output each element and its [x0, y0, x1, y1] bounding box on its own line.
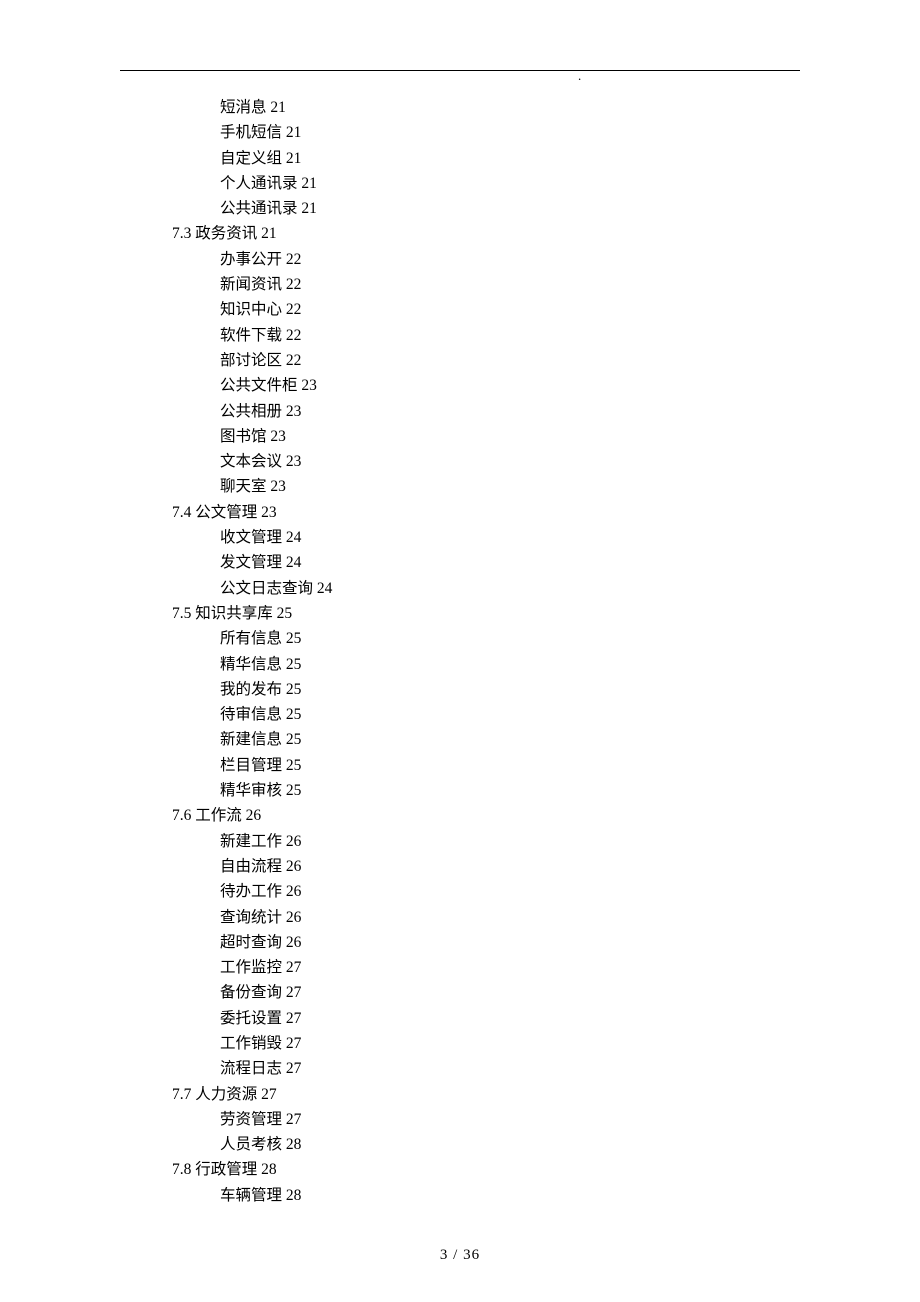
toc-subitem: 备份查询 27: [220, 980, 800, 1005]
toc-subitem: 软件下载 22: [220, 323, 800, 348]
toc-subitem: 文本会议 23: [220, 449, 800, 474]
toc-subitem: 车辆管理 28: [220, 1183, 800, 1208]
header-rule: [120, 70, 800, 71]
table-of-contents: 短消息 21手机短信 21自定义组 21个人通讯录 21公共通讯录 217.3 …: [220, 95, 800, 1208]
toc-subitem: 超时查询 26: [220, 930, 800, 955]
toc-subitem: 新建工作 26: [220, 829, 800, 854]
toc-section: 7.4 公文管理 23: [172, 500, 800, 525]
header-mark: .: [578, 68, 581, 84]
toc-subitem: 所有信息 25: [220, 626, 800, 651]
page-number: 3 / 36: [0, 1247, 920, 1264]
toc-subitem: 知识中心 22: [220, 297, 800, 322]
toc-subitem: 精华信息 25: [220, 652, 800, 677]
toc-subitem: 自由流程 26: [220, 854, 800, 879]
toc-subitem: 查询统计 26: [220, 905, 800, 930]
toc-subitem: 委托设置 27: [220, 1006, 800, 1031]
toc-subitem: 新建信息 25: [220, 727, 800, 752]
toc-subitem: 劳资管理 27: [220, 1107, 800, 1132]
document-page: . 短消息 21手机短信 21自定义组 21个人通讯录 21公共通讯录 217.…: [0, 0, 920, 1302]
toc-subitem: 部讨论区 22: [220, 348, 800, 373]
toc-section: 7.3 政务资讯 21: [172, 221, 800, 246]
toc-section: 7.5 知识共享库 25: [172, 601, 800, 626]
toc-subitem: 收文管理 24: [220, 525, 800, 550]
toc-subitem: 公共文件柜 23: [220, 373, 800, 398]
toc-subitem: 精华审核 25: [220, 778, 800, 803]
toc-subitem: 流程日志 27: [220, 1056, 800, 1081]
toc-subitem: 办事公开 22: [220, 247, 800, 272]
toc-subitem: 人员考核 28: [220, 1132, 800, 1157]
toc-subitem: 短消息 21: [220, 95, 800, 120]
toc-subitem: 新闻资讯 22: [220, 272, 800, 297]
toc-subitem: 图书馆 23: [220, 424, 800, 449]
toc-subitem: 发文管理 24: [220, 550, 800, 575]
toc-subitem: 我的发布 25: [220, 677, 800, 702]
toc-subitem: 工作销毁 27: [220, 1031, 800, 1056]
toc-section: 7.7 人力资源 27: [172, 1082, 800, 1107]
toc-subitem: 手机短信 21: [220, 120, 800, 145]
toc-subitem: 待审信息 25: [220, 702, 800, 727]
toc-subitem: 公共通讯录 21: [220, 196, 800, 221]
toc-subitem: 待办工作 26: [220, 879, 800, 904]
toc-section: 7.6 工作流 26: [172, 803, 800, 828]
toc-section: 7.8 行政管理 28: [172, 1157, 800, 1182]
toc-subitem: 公文日志查询 24: [220, 576, 800, 601]
toc-subitem: 公共相册 23: [220, 399, 800, 424]
toc-subitem: 聊天室 23: [220, 474, 800, 499]
toc-subitem: 栏目管理 25: [220, 753, 800, 778]
toc-subitem: 工作监控 27: [220, 955, 800, 980]
toc-subitem: 自定义组 21: [220, 146, 800, 171]
toc-subitem: 个人通讯录 21: [220, 171, 800, 196]
